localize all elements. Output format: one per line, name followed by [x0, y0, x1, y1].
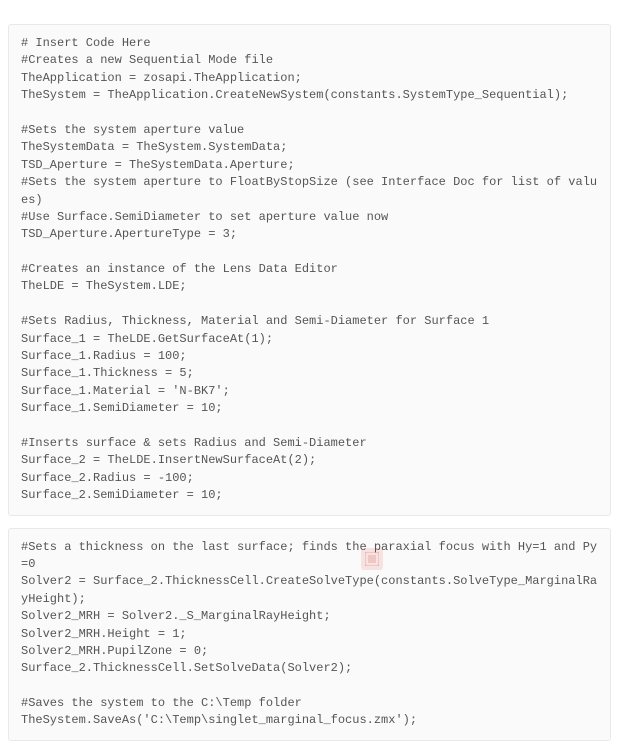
watermark-icon	[361, 548, 383, 570]
code-block-1: # Insert Code Here #Creates a new Sequen…	[8, 24, 611, 516]
code-block-2: #Sets a thickness on the last surface; f…	[8, 528, 611, 741]
page: # Insert Code Here #Creates a new Sequen…	[0, 0, 619, 753]
